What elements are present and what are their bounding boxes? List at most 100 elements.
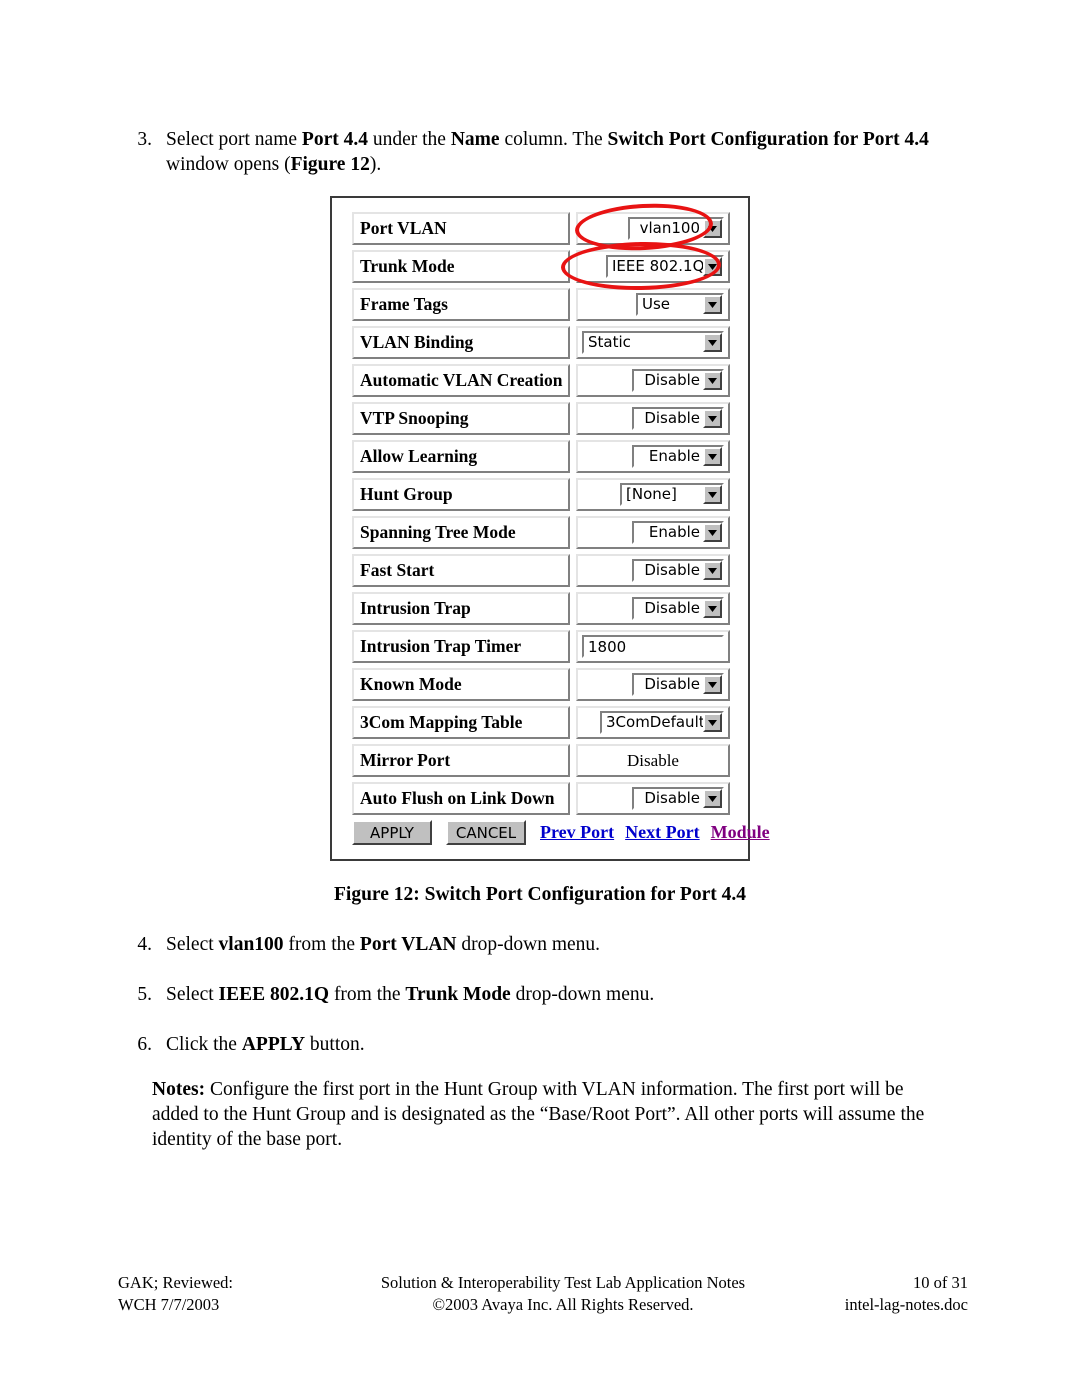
config-value-wrap-fast-start: Disable bbox=[576, 554, 730, 587]
config-label-trunk-mode: Trunk Mode bbox=[352, 250, 570, 283]
config-row-vlan-binding: VLAN Binding Static bbox=[352, 326, 730, 359]
config-value-cell-intrusion-trap: Disable bbox=[576, 592, 730, 625]
dropdown-spanning-tree-mode[interactable]: Enable bbox=[632, 521, 724, 544]
config-value-cell-vlan-binding: Static bbox=[576, 326, 730, 359]
config-value-cell-automatic-vlan-creation: Disable bbox=[576, 364, 730, 397]
dropdown-automatic-vlan-creation[interactable]: Disable bbox=[632, 369, 724, 392]
config-label-spanning-tree-mode: Spanning Tree Mode bbox=[352, 516, 570, 549]
config-label-cell-auto-flush-on-link-down: Auto Flush on Link Down bbox=[352, 782, 570, 815]
configuration-table-wrapper: Port VLAN vlan100 Trunk Mode IEEE 802.1Q Fra… bbox=[352, 212, 730, 815]
config-value-cell-trunk-mode: IEEE 802.1Q bbox=[576, 250, 730, 283]
config-value-cell-fast-start: Disable bbox=[576, 554, 730, 587]
config-row-trunk-mode: Trunk Mode IEEE 802.1Q bbox=[352, 250, 730, 283]
footer-reviewed-by: GAK; Reviewed: bbox=[118, 1273, 234, 1292]
apply-button[interactable]: APPLY bbox=[352, 820, 432, 845]
dropdown-fast-start[interactable]: Disable bbox=[632, 559, 724, 582]
config-value-wrap-mirror-port: Disable bbox=[576, 744, 730, 777]
step-3-number: 3. bbox=[137, 129, 152, 150]
dropdown-vtp-snooping[interactable]: Disable bbox=[632, 407, 724, 430]
config-value-wrap-vtp-snooping: Disable bbox=[576, 402, 730, 435]
dropdown-intrusion-trap[interactable]: Disable bbox=[632, 597, 724, 620]
chevron-down-icon[interactable] bbox=[703, 219, 722, 238]
config-value-wrap-frame-tags: Use bbox=[576, 288, 730, 321]
config-label-cell-spanning-tree-mode: Spanning Tree Mode bbox=[352, 516, 570, 549]
config-label-cell-allow-learning: Allow Learning bbox=[352, 440, 570, 473]
chevron-down-icon[interactable] bbox=[703, 523, 722, 542]
config-value-cell-intrusion-trap-timer: 1800 bbox=[576, 630, 730, 663]
config-value-cell-port-vlan: vlan100 bbox=[576, 212, 730, 245]
chevron-down-icon[interactable] bbox=[703, 485, 722, 504]
chevron-down-icon[interactable] bbox=[703, 333, 722, 352]
dropdown-hunt-group[interactable]: [None] bbox=[620, 483, 724, 506]
config-row-allow-learning: Allow Learning Enable bbox=[352, 440, 730, 473]
config-value-cell-mirror-port: Disable bbox=[576, 744, 730, 777]
step-3: 3. Select port name Port 4.4 under the N… bbox=[122, 127, 932, 177]
config-label-vtp-snooping: VTP Snooping bbox=[352, 402, 570, 435]
config-label-port-vlan: Port VLAN bbox=[352, 212, 570, 245]
chevron-down-icon[interactable] bbox=[703, 561, 722, 580]
dropdown-value-intrusion-trap: Disable bbox=[644, 599, 700, 617]
chevron-down-icon[interactable] bbox=[703, 447, 722, 466]
dropdown-trunk-mode[interactable]: IEEE 802.1Q bbox=[606, 255, 724, 278]
config-row-spanning-tree-mode: Spanning Tree Mode Enable bbox=[352, 516, 730, 549]
config-row-3com-mapping-table: 3Com Mapping Table 3ComDefault bbox=[352, 706, 730, 739]
chevron-down-icon[interactable] bbox=[703, 257, 722, 276]
config-label-cell-3com-mapping-table: 3Com Mapping Table bbox=[352, 706, 570, 739]
chevron-down-icon[interactable] bbox=[703, 713, 722, 732]
step-4: 4. Select vlan100 from the Port VLAN dro… bbox=[122, 932, 932, 957]
configuration-table: Port VLAN vlan100 Trunk Mode IEEE 802.1Q Fra… bbox=[352, 212, 730, 815]
chevron-down-icon[interactable] bbox=[703, 789, 722, 808]
dropdown-value-hunt-group: [None] bbox=[626, 485, 677, 503]
config-row-frame-tags: Frame Tags Use bbox=[352, 288, 730, 321]
next-port-link[interactable]: Next Port bbox=[625, 822, 699, 843]
text-input-intrusion-trap-timer[interactable]: 1800 bbox=[582, 635, 724, 658]
config-label-cell-frame-tags: Frame Tags bbox=[352, 288, 570, 321]
chevron-down-icon[interactable] bbox=[703, 675, 722, 694]
config-value-wrap-hunt-group: [None] bbox=[576, 478, 730, 511]
config-value-cell-allow-learning: Enable bbox=[576, 440, 730, 473]
dropdown-value-fast-start: Disable bbox=[644, 561, 700, 579]
cancel-button[interactable]: CANCEL bbox=[446, 820, 526, 845]
dropdown-vlan-binding[interactable]: Static bbox=[582, 331, 724, 354]
config-value-wrap-trunk-mode: IEEE 802.1Q bbox=[576, 250, 730, 283]
dropdown-value-vtp-snooping: Disable bbox=[644, 409, 700, 427]
step-5-number: 5. bbox=[137, 984, 152, 1005]
config-value-wrap-3com-mapping-table: 3ComDefault bbox=[576, 706, 730, 739]
config-value-cell-frame-tags: Use bbox=[576, 288, 730, 321]
step-5-text: Select IEEE 802.1Q from the Trunk Mode d… bbox=[166, 984, 655, 1005]
step-6: 6. Click the APPLY button. bbox=[122, 1032, 932, 1057]
chevron-down-icon[interactable] bbox=[703, 599, 722, 618]
step-6-text: Click the APPLY button. bbox=[166, 1034, 365, 1055]
config-value-wrap-allow-learning: Enable bbox=[576, 440, 730, 473]
chevron-down-icon[interactable] bbox=[703, 371, 722, 390]
config-row-vtp-snooping: VTP Snooping Disable bbox=[352, 402, 730, 435]
config-label-mirror-port: Mirror Port bbox=[352, 744, 570, 777]
config-value-cell-hunt-group: [None] bbox=[576, 478, 730, 511]
dropdown-allow-learning[interactable]: Enable bbox=[632, 445, 724, 468]
dropdown-frame-tags[interactable]: Use bbox=[636, 293, 724, 316]
dropdown-auto-flush-on-link-down[interactable]: Disable bbox=[632, 787, 724, 810]
module-link[interactable]: Module bbox=[711, 822, 770, 843]
prev-port-link[interactable]: Prev Port bbox=[540, 822, 614, 843]
config-row-fast-start: Fast Start Disable bbox=[352, 554, 730, 587]
config-label-hunt-group: Hunt Group bbox=[352, 478, 570, 511]
step-4-number: 4. bbox=[137, 934, 152, 955]
config-label-cell-trunk-mode: Trunk Mode bbox=[352, 250, 570, 283]
config-label-cell-automatic-vlan-creation: Automatic VLAN Creation bbox=[352, 364, 570, 397]
chevron-down-icon[interactable] bbox=[703, 409, 722, 428]
config-label-cell-mirror-port: Mirror Port bbox=[352, 744, 570, 777]
step-4-text: Select vlan100 from the Port VLAN drop-d… bbox=[166, 934, 601, 955]
config-row-hunt-group: Hunt Group [None] bbox=[352, 478, 730, 511]
dropdown-value-port-vlan: vlan100 bbox=[639, 219, 700, 237]
config-label-cell-vtp-snooping: VTP Snooping bbox=[352, 402, 570, 435]
config-value-wrap-intrusion-trap: Disable bbox=[576, 592, 730, 625]
config-label-cell-intrusion-trap: Intrusion Trap bbox=[352, 592, 570, 625]
dropdown-port-vlan[interactable]: vlan100 bbox=[628, 217, 724, 240]
dropdown-3com-mapping-table[interactable]: 3ComDefault bbox=[600, 711, 724, 734]
config-label-cell-intrusion-trap-timer: Intrusion Trap Timer bbox=[352, 630, 570, 663]
config-row-known-mode: Known Mode Disable bbox=[352, 668, 730, 701]
config-value-wrap-vlan-binding: Static bbox=[576, 326, 730, 359]
dropdown-known-mode[interactable]: Disable bbox=[632, 673, 724, 696]
dropdown-value-3com-mapping-table: 3ComDefault bbox=[606, 713, 703, 731]
chevron-down-icon[interactable] bbox=[703, 295, 722, 314]
